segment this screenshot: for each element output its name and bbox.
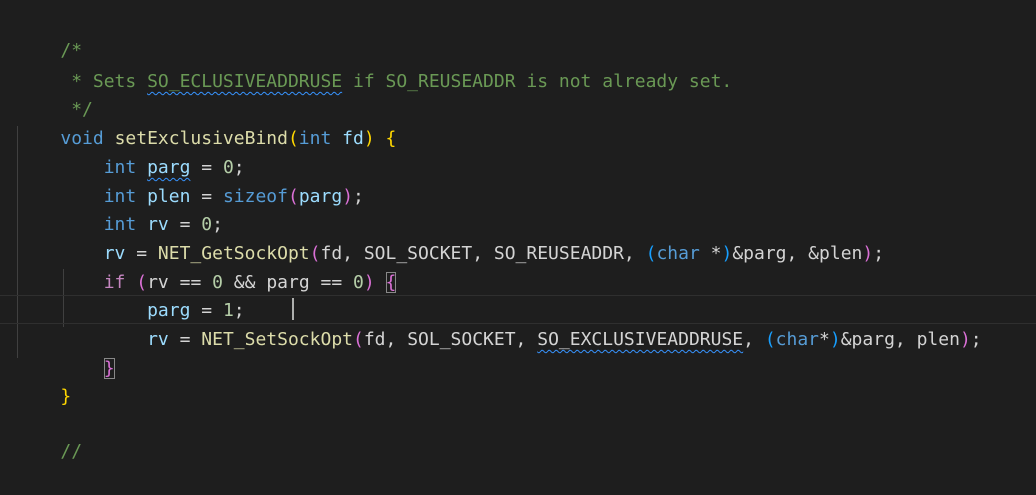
code-editor[interactable]: /* * Sets SO_ECLUSIVEADDRUSE if SO_REUSE… bbox=[0, 0, 1036, 462]
code-line-10[interactable]: parg = 1; bbox=[0, 267, 1036, 321]
code-line-2[interactable]: * Sets SO_ECLUSIVEADDRUSE if SO_REUSEADD… bbox=[0, 38, 1036, 92]
code-line-4[interactable]: void setExclusiveBind(int fd) { bbox=[0, 95, 1036, 149]
code-line-7[interactable]: int rv = 0; bbox=[0, 181, 1036, 235]
code-line-8[interactable]: rv = NET_GetSockOpt(fd, SOL_SOCKET, SO_R… bbox=[0, 210, 1036, 264]
code-line-1[interactable]: /* bbox=[0, 7, 1036, 61]
code-line-11-current[interactable]: rv = NET_SetSockOpt(fd, SOL_SOCKET, SO_E… bbox=[0, 295, 1036, 350]
comment-slashes: // bbox=[60, 441, 83, 462]
code-line-5[interactable]: int parg = 0; bbox=[0, 124, 1036, 178]
code-line-3[interactable]: */ bbox=[0, 66, 1036, 120]
text-cursor bbox=[292, 298, 294, 320]
brace-close: } bbox=[60, 386, 72, 407]
code-line-9[interactable]: if (rv == 0 && parg == 0) { bbox=[0, 239, 1036, 293]
code-line-15[interactable]: // bbox=[0, 408, 1036, 462]
code-line-13[interactable]: } bbox=[0, 353, 1036, 407]
code-line-12[interactable]: } bbox=[0, 325, 1036, 379]
code-line-6[interactable]: int plen = sizeof(parg); bbox=[0, 153, 1036, 207]
